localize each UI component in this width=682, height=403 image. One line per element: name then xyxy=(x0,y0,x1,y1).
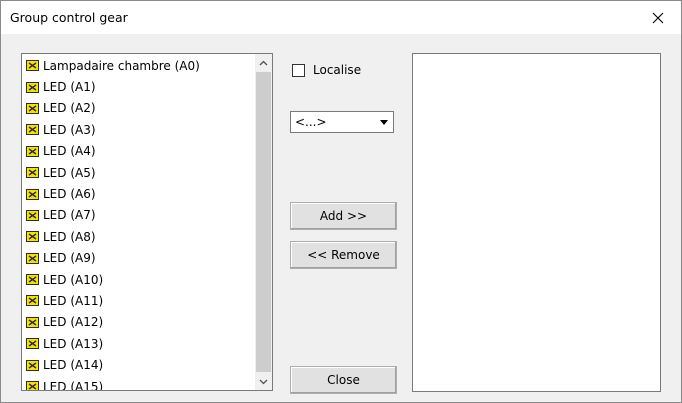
list-item[interactable]: LED (A13) xyxy=(22,333,254,354)
list-items-container: Lampadaire chambre (A0) LED (A1) LED (A2) L… xyxy=(22,55,254,391)
list-item-label: LED (A13) xyxy=(43,336,104,351)
list-item[interactable]: LED (A15) xyxy=(22,376,254,391)
group-members-list[interactable] xyxy=(412,53,661,392)
list-item[interactable]: LED (A4) xyxy=(22,141,254,162)
list-item-label: LED (A14) xyxy=(43,358,104,373)
control-gear-icon xyxy=(26,145,39,157)
control-gear-icon xyxy=(26,274,39,286)
control-gear-icon xyxy=(26,188,39,200)
list-item[interactable]: LED (A6) xyxy=(22,183,254,204)
add-button[interactable]: Add >> xyxy=(290,202,397,230)
list-item-label: LED (A6) xyxy=(43,187,96,202)
control-gear-icon xyxy=(26,338,39,350)
list-item[interactable]: Lampadaire chambre (A0) xyxy=(22,55,254,76)
list-item-label: Lampadaire chambre (A0) xyxy=(43,58,200,73)
address-dropdown[interactable]: <...> xyxy=(290,111,394,133)
control-gear-icon xyxy=(26,209,39,221)
list-item[interactable]: LED (A10) xyxy=(22,269,254,290)
control-gear-icon xyxy=(26,60,39,72)
control-gear-icon xyxy=(26,124,39,136)
list-item[interactable]: LED (A2) xyxy=(22,98,254,119)
list-item[interactable]: LED (A14) xyxy=(22,354,254,375)
dialog-window: Group control gear Lampadaire chambre (A… xyxy=(0,0,682,403)
control-gear-icon xyxy=(26,81,39,93)
chevron-down-icon xyxy=(259,379,268,384)
list-item-label: LED (A12) xyxy=(43,315,104,330)
list-item-label: LED (A11) xyxy=(43,293,104,308)
close-button[interactable]: Close xyxy=(290,366,397,394)
vertical-scrollbar[interactable] xyxy=(255,54,272,390)
localise-checkbox-row[interactable]: Localise xyxy=(292,63,361,77)
address-dropdown-value: <...> xyxy=(295,115,327,129)
list-item-label: LED (A7) xyxy=(43,208,96,223)
list-item[interactable]: LED (A11) xyxy=(22,290,254,311)
list-item-label: LED (A9) xyxy=(43,251,96,266)
control-gear-icon xyxy=(26,252,39,264)
control-gear-icon xyxy=(26,231,39,243)
list-item[interactable]: LED (A7) xyxy=(22,205,254,226)
close-window-button[interactable] xyxy=(635,1,681,34)
list-item-label: LED (A4) xyxy=(43,144,96,159)
dropdown-arrow-icon xyxy=(379,119,388,125)
list-item-label: LED (A5) xyxy=(43,165,96,180)
list-item[interactable]: LED (A5) xyxy=(22,162,254,183)
title-bar: Group control gear xyxy=(1,1,681,34)
control-gear-icon xyxy=(26,167,39,179)
control-gear-icon xyxy=(26,359,39,371)
scroll-thumb[interactable] xyxy=(256,72,271,372)
list-item-label: LED (A8) xyxy=(43,229,96,244)
control-gear-icon xyxy=(26,295,39,307)
localise-label: Localise xyxy=(313,63,362,77)
scroll-down-button[interactable] xyxy=(255,373,272,390)
window-title: Group control gear xyxy=(10,10,128,25)
control-gear-icon xyxy=(26,381,39,390)
list-item-label: LED (A3) xyxy=(43,122,96,137)
localise-checkbox[interactable] xyxy=(292,63,305,77)
list-item[interactable]: LED (A8) xyxy=(22,226,254,247)
scroll-up-button[interactable] xyxy=(255,54,272,71)
list-item[interactable]: LED (A3) xyxy=(22,119,254,140)
remove-button[interactable]: << Remove xyxy=(290,241,397,269)
list-item-label: LED (A15) xyxy=(43,379,104,391)
list-item-label: LED (A2) xyxy=(43,101,96,116)
control-gear-icon xyxy=(26,102,39,114)
dropdown-arrow-button[interactable] xyxy=(375,113,392,131)
list-item[interactable]: LED (A12) xyxy=(22,312,254,333)
list-item-label: LED (A10) xyxy=(43,272,104,287)
chevron-up-icon xyxy=(259,60,268,65)
list-item[interactable]: LED (A9) xyxy=(22,248,254,269)
control-gear-icon xyxy=(26,316,39,328)
control-gear-list[interactable]: Lampadaire chambre (A0) LED (A1) LED (A2) L… xyxy=(21,53,273,391)
close-icon xyxy=(652,12,664,23)
list-item-label: LED (A1) xyxy=(43,80,96,95)
list-item[interactable]: LED (A1) xyxy=(22,76,254,97)
